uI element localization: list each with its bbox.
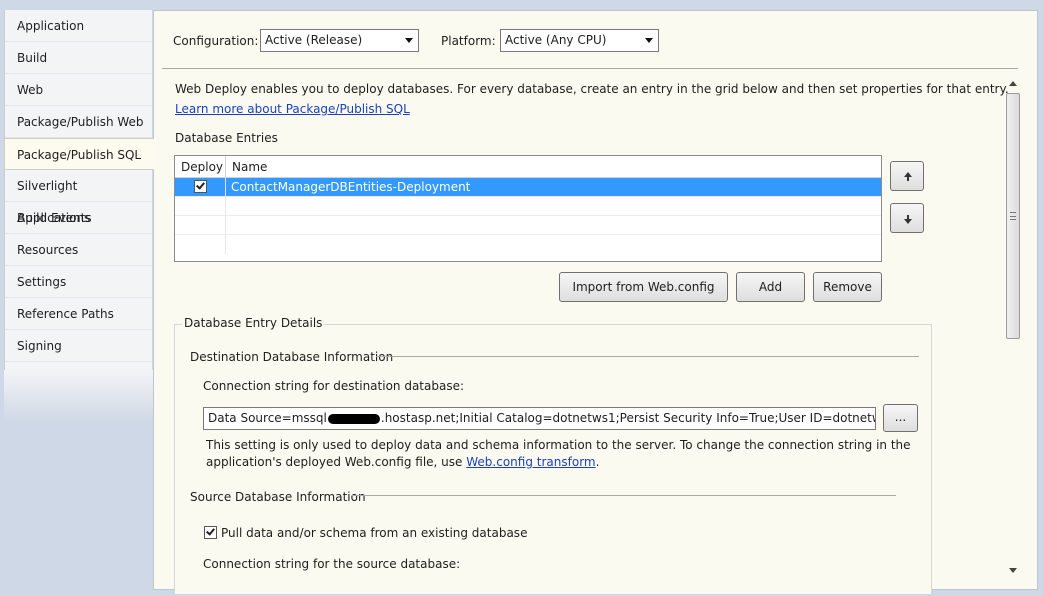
learn-more-link[interactable]: Learn more about Package/Publish SQL xyxy=(175,102,410,116)
import-from-web-config-button[interactable]: Import from Web.config xyxy=(559,272,728,302)
name-cell[interactable] xyxy=(226,216,881,234)
table-row[interactable] xyxy=(175,197,881,216)
destination-connection-string-input[interactable]: Data Source=mssql .hostasp.net;Initial Ca… xyxy=(203,407,876,430)
sidebar-item-build-events[interactable]: Build Events xyxy=(5,202,152,234)
add-button[interactable]: Add xyxy=(736,272,805,302)
move-down-button[interactable] xyxy=(890,203,924,233)
sidebar-item-web[interactable]: Web xyxy=(5,74,152,106)
intro-description: Web Deploy enables you to deploy databas… xyxy=(175,82,1009,96)
destination-note-line2: application's deployed Web.config file, … xyxy=(206,455,599,469)
table-row[interactable]: ContactManagerDBEntities-Deployment xyxy=(175,178,881,197)
destination-note-line1: This setting is only used to deploy data… xyxy=(206,438,911,452)
configuration-value: Active (Release) xyxy=(265,33,363,47)
divider xyxy=(162,68,1018,69)
sidebar-item-build[interactable]: Build xyxy=(5,42,152,74)
sidebar-item-package-publish-web[interactable]: Package/Publish Web xyxy=(5,106,152,138)
browse-connection-button[interactable]: ... xyxy=(883,404,918,432)
configuration-select[interactable]: Active (Release) xyxy=(260,29,419,52)
name-cell[interactable] xyxy=(226,197,881,215)
destination-note-end: . xyxy=(595,455,600,469)
table-row[interactable] xyxy=(175,235,881,254)
source-section-title: Source Database Information xyxy=(190,490,366,504)
checkmark-icon xyxy=(196,180,205,190)
pull-data-label[interactable]: Pull data and/or schema from an existing… xyxy=(221,526,527,540)
database-entry-details-title: Database Entry Details xyxy=(182,316,325,330)
conn-string-suffix: .hostasp.net;Initial Catalog=dotnetws1;P… xyxy=(380,411,875,425)
configuration-label: Configuration: xyxy=(173,34,259,48)
sidebar-item-reference-paths[interactable]: Reference Paths xyxy=(5,298,152,330)
sidebar-item-package-publish-sql[interactable]: Package/Publish SQL xyxy=(4,138,154,170)
destination-conn-label: Connection string for destination databa… xyxy=(203,379,465,393)
conn-string-prefix: Data Source=mssql xyxy=(208,411,327,425)
divider xyxy=(376,356,919,357)
name-cell[interactable] xyxy=(226,235,881,254)
sidebar: Application Build Web Package/Publish We… xyxy=(4,10,154,422)
deploy-checkbox[interactable] xyxy=(194,180,207,193)
scrollbar-thumb[interactable] xyxy=(1006,93,1020,339)
checkmark-icon xyxy=(206,526,215,536)
database-entries-grid[interactable]: Deploy Name ContactManagerDBEntities-Dep… xyxy=(174,155,882,262)
platform-label: Platform: xyxy=(441,34,496,48)
redacted-mark xyxy=(327,413,380,424)
grid-header: Deploy Name xyxy=(175,156,881,178)
chevron-down-icon xyxy=(405,38,413,43)
arrow-down-icon xyxy=(904,215,912,224)
column-header-deploy[interactable]: Deploy xyxy=(175,156,226,177)
content-panel: Configuration: Active (Release) Platform… xyxy=(153,10,1038,594)
divider xyxy=(352,495,896,496)
sidebar-item-resources[interactable]: Resources xyxy=(5,234,152,266)
pull-data-checkbox[interactable] xyxy=(204,526,217,539)
deploy-cell[interactable] xyxy=(175,197,226,215)
grip-icon xyxy=(1010,212,1016,220)
scroll-up-arrow-icon[interactable] xyxy=(1009,81,1017,86)
web-config-transform-link[interactable]: Web.config transform xyxy=(466,455,595,469)
sidebar-item-signing[interactable]: Signing xyxy=(5,330,152,362)
table-row[interactable] xyxy=(175,216,881,235)
sidebar-item-application[interactable]: Application xyxy=(5,10,152,42)
platform-select[interactable]: Active (Any CPU) xyxy=(500,29,659,52)
sidebar-item-settings[interactable]: Settings xyxy=(5,266,152,298)
name-cell[interactable]: ContactManagerDBEntities-Deployment xyxy=(226,178,881,196)
chevron-down-icon xyxy=(645,38,653,43)
column-header-name[interactable]: Name xyxy=(226,156,267,177)
remove-button[interactable]: Remove xyxy=(813,272,882,302)
destination-note-text: application's deployed Web.config file, … xyxy=(206,455,463,469)
move-up-button[interactable] xyxy=(890,161,924,191)
arrow-up-icon xyxy=(904,172,912,181)
database-entries-title: Database Entries xyxy=(175,131,278,145)
deploy-cell[interactable] xyxy=(175,235,226,254)
scroll-down-arrow-icon[interactable] xyxy=(1009,568,1017,573)
vertical-scrollbar[interactable] xyxy=(1005,75,1022,575)
sidebar-item-silverlight-applications[interactable]: Silverlight Applications xyxy=(5,170,152,225)
deploy-cell[interactable] xyxy=(175,178,226,196)
platform-value: Active (Any CPU) xyxy=(505,33,607,47)
destination-section-title: Destination Database Information xyxy=(190,350,394,364)
source-conn-label: Connection string for the source databas… xyxy=(203,557,461,571)
deploy-cell[interactable] xyxy=(175,216,226,234)
